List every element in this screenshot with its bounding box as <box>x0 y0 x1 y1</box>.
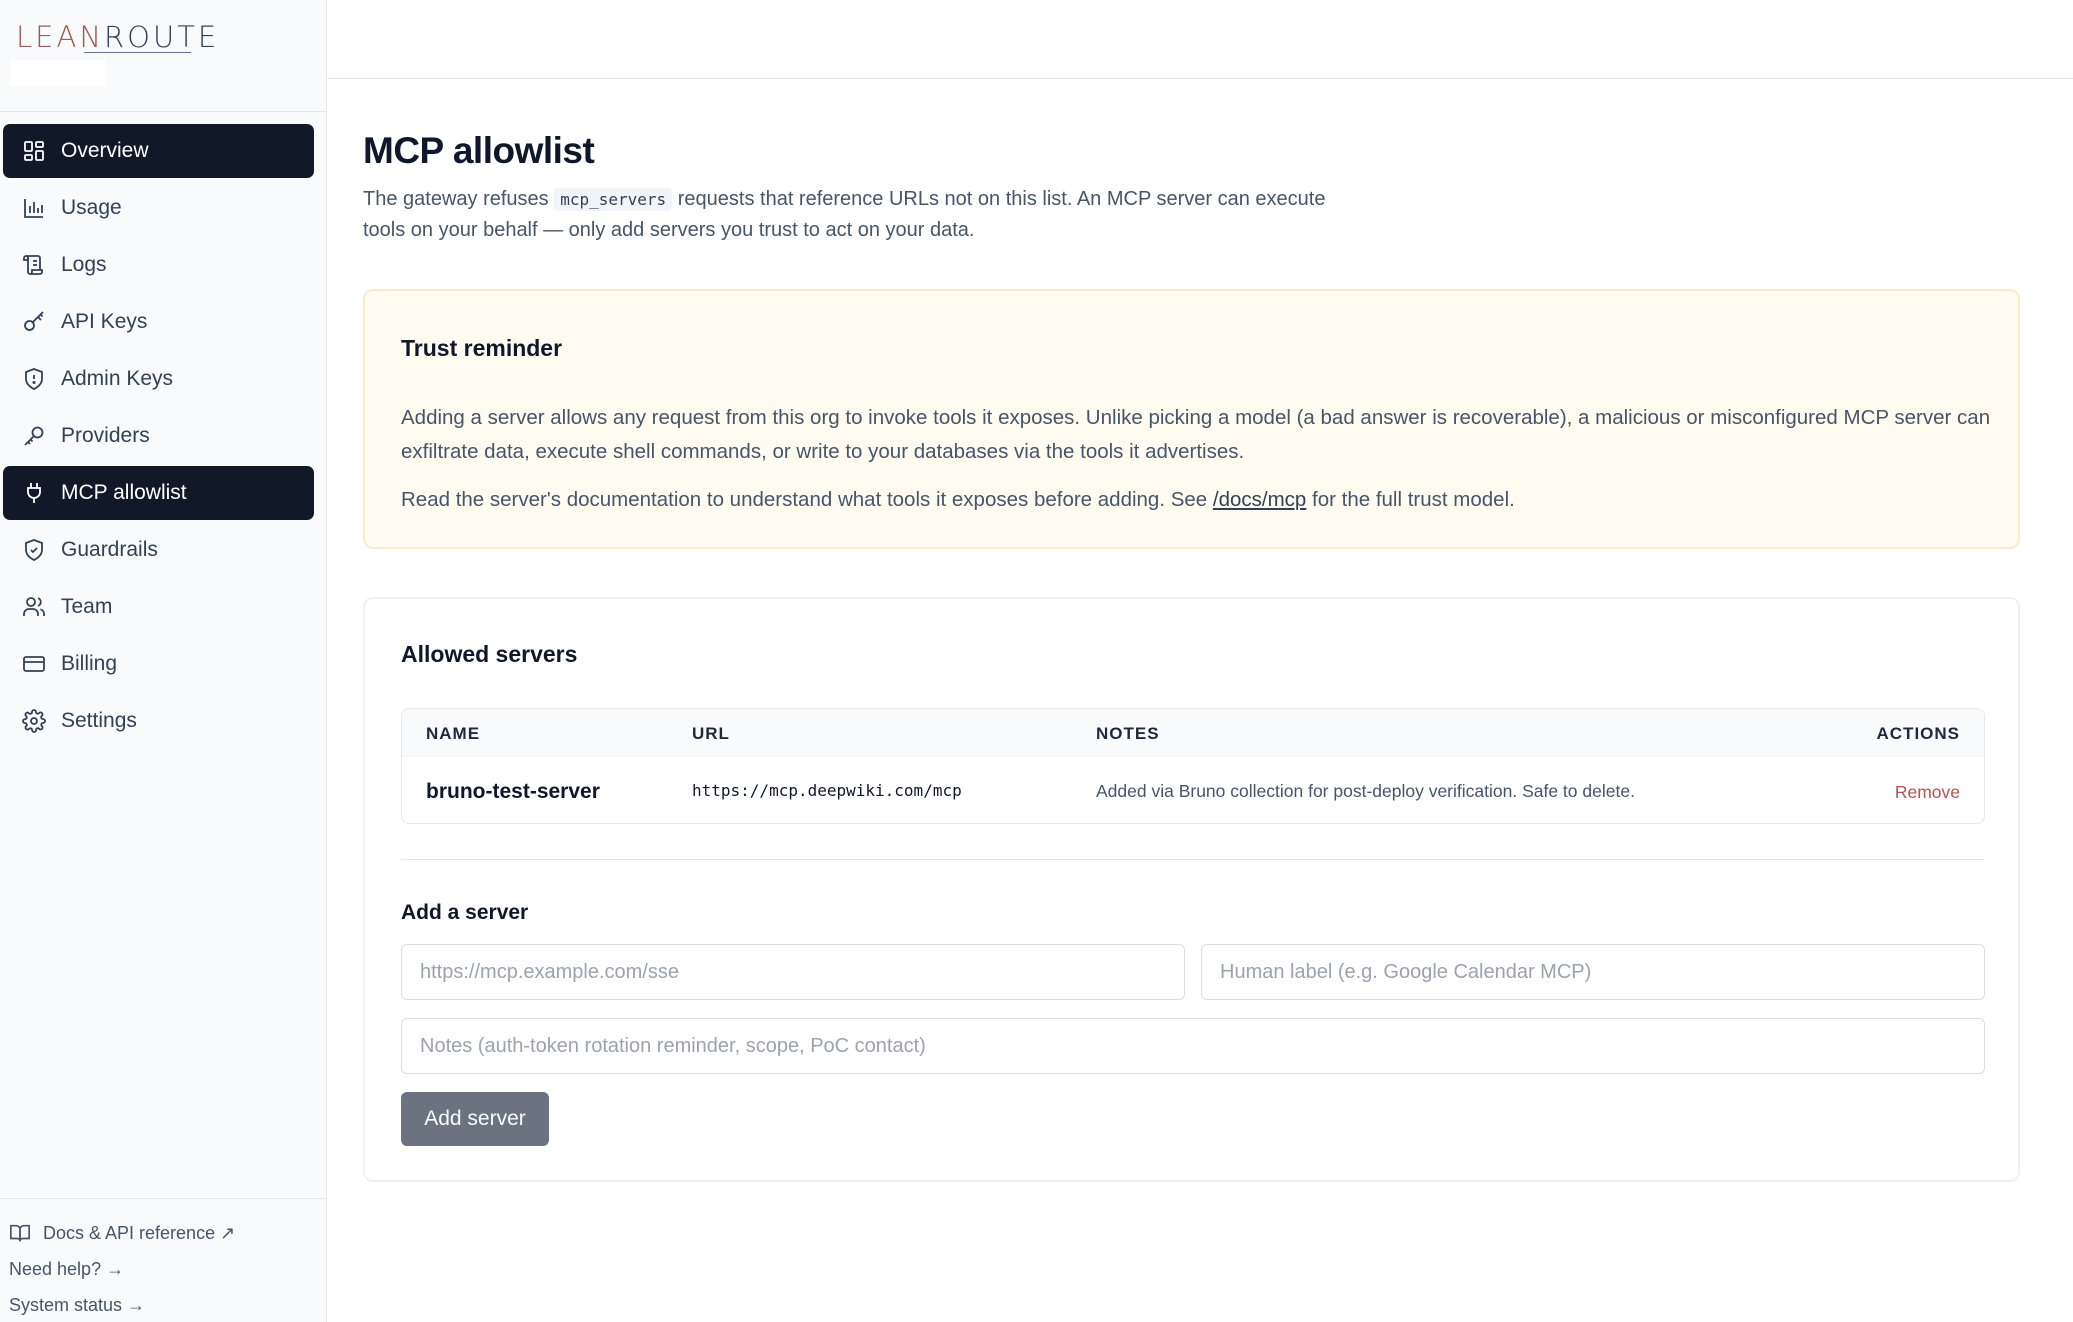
trust-reminder-docs-text: Read the server's documentation to under… <box>401 483 2001 517</box>
page-description-part: The gateway refuses <box>363 188 555 210</box>
table-header: NAME URL NOTES ACTIONS <box>402 709 1984 756</box>
sidebar-item-label: Settings <box>61 709 137 732</box>
servers-table: NAME URL NOTES ACTIONS bruno-test-server… <box>401 708 1985 824</box>
sidebar-item-label: Providers <box>61 424 150 447</box>
system-status-link[interactable]: System status → <box>9 1287 327 1322</box>
bar-chart-icon <box>22 196 46 220</box>
sidebar-footer: Docs & API reference ↗ Need help? → Syst… <box>0 1198 327 1322</box>
column-header-actions: ACTIONS <box>1876 724 1960 743</box>
key-icon <box>22 310 46 334</box>
users-icon <box>22 595 46 619</box>
sidebar-item-label: Overview <box>61 139 149 162</box>
sidebar-item-billing[interactable]: Billing <box>3 637 314 691</box>
trust-text-part: for the full trust model. <box>1306 488 1515 511</box>
server-label-input[interactable] <box>1201 944 1985 1000</box>
logo-backdrop <box>10 60 106 86</box>
server-notes-input[interactable] <box>401 1018 1985 1074</box>
brand-area: LEANROUTE <box>0 0 326 112</box>
logo-text-lean: LEAN <box>16 20 105 54</box>
sidebar-item-label: Guardrails <box>61 538 158 561</box>
top-bar <box>327 0 2073 79</box>
server-url-input[interactable] <box>401 944 1185 1000</box>
page-title: MCP allowlist <box>363 130 595 171</box>
sidebar-item-settings[interactable]: Settings <box>3 694 314 748</box>
sidebar: LEANROUTE Overview Usage Logs API Keys A… <box>0 0 327 1322</box>
help-link-label: Need help? → <box>9 1258 125 1279</box>
shield-icon <box>22 367 46 391</box>
sidebar-item-admin-keys[interactable]: Admin Keys <box>3 352 314 406</box>
sidebar-item-team[interactable]: Team <box>3 580 314 634</box>
server-notes: Added via Bruno collection for post-depl… <box>1096 781 1635 801</box>
column-header-notes: NOTES <box>1096 724 1160 743</box>
table-row: bruno-test-server https://mcp.deepwiki.c… <box>402 756 1984 823</box>
trust-reminder-title: Trust reminder <box>401 335 563 361</box>
shield-check-icon <box>22 538 46 562</box>
plug-icon <box>22 481 46 505</box>
divider <box>401 859 1985 860</box>
sidebar-item-mcp-allowlist[interactable]: MCP allowlist <box>3 466 314 520</box>
sidebar-item-label: Usage <box>61 196 122 219</box>
wrench-key-icon <box>22 424 46 448</box>
system-status-label: System status → <box>9 1294 146 1315</box>
trust-text-part: Read the server's documentation to under… <box>401 488 1213 511</box>
add-server-button[interactable]: Add server <box>401 1092 549 1146</box>
logo-underline <box>84 52 191 53</box>
sidebar-item-api-keys[interactable]: API Keys <box>3 295 314 349</box>
sidebar-item-overview[interactable]: Overview <box>3 124 314 178</box>
sidebar-item-label: Billing <box>61 652 118 675</box>
scroll-icon <box>22 253 46 277</box>
trust-reminder-card: Trust reminder Adding a server allows an… <box>363 289 2020 549</box>
column-header-url: URL <box>692 724 730 743</box>
sidebar-item-label: Logs <box>61 253 107 276</box>
remove-button[interactable]: Remove <box>1895 782 1960 803</box>
trust-reminder-text: Adding a server allows any request from … <box>401 406 1991 463</box>
sidebar-item-usage[interactable]: Usage <box>3 181 314 235</box>
column-header-name: NAME <box>426 724 481 743</box>
sidebar-item-label: MCP allowlist <box>61 481 187 504</box>
grid-icon <box>22 139 46 163</box>
sidebar-nav: Overview Usage Logs API Keys Admin Keys <box>3 124 314 751</box>
sidebar-item-logs[interactable]: Logs <box>3 238 314 292</box>
server-name: bruno-test-server <box>426 780 600 803</box>
allowed-servers-card: Allowed servers NAME URL NOTES ACTIONS b… <box>363 597 2020 1182</box>
book-open-icon <box>9 1222 31 1244</box>
sidebar-item-guardrails[interactable]: Guardrails <box>3 523 314 577</box>
credit-card-icon <box>22 652 46 676</box>
sidebar-item-label: API Keys <box>61 310 148 333</box>
logo-text-route: ROUTE <box>104 20 220 54</box>
server-url: https://mcp.deepwiki.com/mcp <box>692 781 962 800</box>
logo[interactable]: LEANROUTE <box>16 20 219 54</box>
allowed-servers-title: Allowed servers <box>401 641 578 667</box>
docs-link-label: Docs & API reference ↗ <box>43 1222 236 1243</box>
sidebar-item-label: Team <box>61 595 113 618</box>
add-server-title: Add a server <box>401 901 529 924</box>
gear-icon <box>22 709 46 733</box>
sidebar-item-providers[interactable]: Providers <box>3 409 314 463</box>
sidebar-item-label: Admin Keys <box>61 367 174 390</box>
docs-link[interactable]: Docs & API reference ↗ <box>9 1215 327 1251</box>
inline-code: mcp_servers <box>554 188 673 211</box>
docs-mcp-link[interactable]: /docs/mcp <box>1213 488 1306 511</box>
page-description: The gateway refuses mcp_servers requests… <box>363 184 1363 245</box>
help-link[interactable]: Need help? → <box>9 1251 327 1287</box>
